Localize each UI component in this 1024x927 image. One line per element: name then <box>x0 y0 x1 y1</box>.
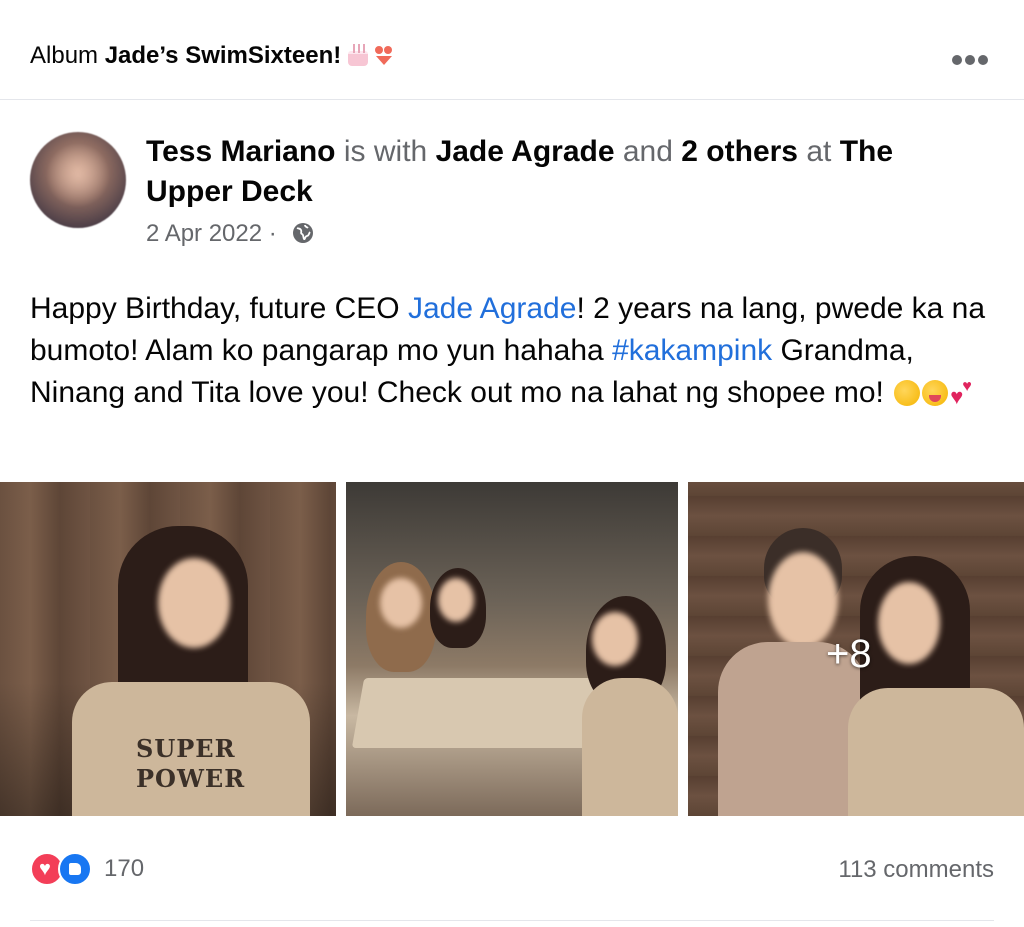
album-name[interactable]: Jade’s SwimSixteen! <box>105 42 342 69</box>
photo-3[interactable]: +8 <box>688 482 1024 816</box>
reaction-count: 170 <box>104 855 145 882</box>
two-hearts-icon <box>950 376 978 408</box>
others-link[interactable]: 2 others <box>681 135 798 168</box>
kissing-face-icon <box>894 380 921 406</box>
zany-face-icon <box>922 380 949 406</box>
like-reaction-icon <box>58 852 92 886</box>
album-title[interactable]: Album Jade’s SwimSixteen! <box>30 42 395 70</box>
bikini-icon <box>373 44 395 66</box>
mention-link[interactable]: Jade Agrade <box>408 292 576 325</box>
photo-1[interactable]: SUPER POWER <box>0 482 336 816</box>
album-prefix: Album <box>30 42 99 69</box>
tagged-person[interactable]: Jade Agrade <box>436 135 615 168</box>
post-text: Happy Birthday, future CEO Jade Agrade! … <box>30 288 1000 414</box>
post-meta: 2 Apr 2022 · <box>146 220 315 248</box>
with-text: is with <box>343 135 428 168</box>
reactions-summary[interactable]: 170 <box>30 852 144 888</box>
shirt-text-2: POWER <box>136 764 246 793</box>
more-options-icon[interactable] <box>952 52 992 65</box>
birthday-cake-icon <box>347 44 369 66</box>
divider <box>30 920 994 921</box>
photo-grid: SUPER POWER +8 <box>0 482 1024 816</box>
more-photos-count[interactable]: +8 <box>826 632 872 677</box>
at-text: at <box>806 135 832 168</box>
shirt-text-1: SUPER <box>136 734 236 763</box>
globe-icon <box>293 223 314 243</box>
comments-count[interactable]: 113 comments <box>838 856 994 884</box>
post-header: Tess Mariano is with Jade Agrade and 2 o… <box>146 132 986 212</box>
and-text: and <box>622 135 673 168</box>
post-text-part1: Happy Birthday, future CEO <box>30 292 408 325</box>
hashtag-link[interactable]: #kakampink <box>612 334 772 367</box>
meta-separator: · <box>268 220 277 247</box>
photo-2[interactable] <box>346 482 678 816</box>
post-date[interactable]: 2 Apr 2022 <box>146 220 262 247</box>
author-avatar[interactable] <box>30 132 126 228</box>
album-header: Album Jade’s SwimSixteen! <box>0 0 1024 100</box>
author-name[interactable]: Tess Mariano <box>146 135 336 168</box>
